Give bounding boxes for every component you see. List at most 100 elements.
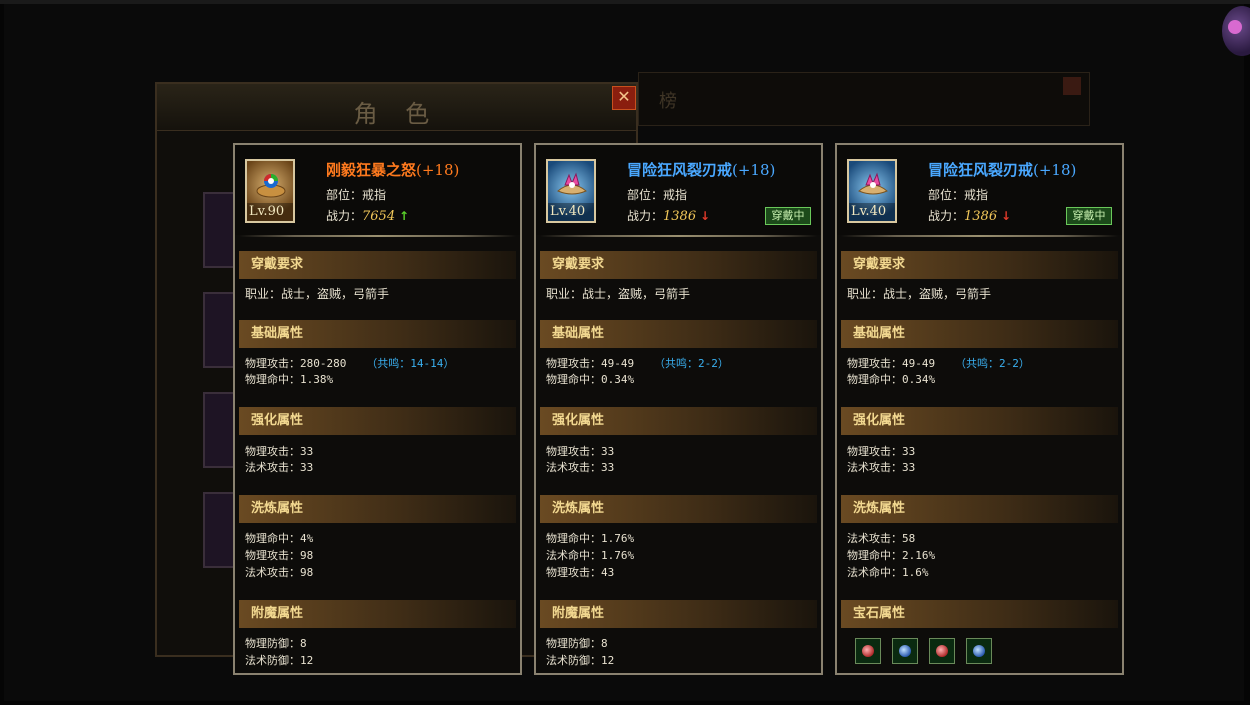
item-tooltip-card-2: Lv.40 冒险狂风裂刃戒(+18) 部位：戒指 战力：1386 ↓ 穿戴中 穿… (534, 143, 823, 675)
item-level: Lv.40 (548, 203, 594, 221)
power-label: 战力： (326, 209, 363, 223)
tooltip-header: Lv.90 刚毅狂暴之怒(+18) 部位：戒指 战力：7654 ↑ (235, 145, 520, 235)
equipment-slot[interactable] (203, 292, 235, 368)
attribute-text: 物理攻击：49-49 (546, 357, 635, 370)
attribute-line: 物理攻击：33 (546, 445, 615, 458)
item-name: 冒险狂风裂刃戒(+18) (627, 159, 775, 180)
ranking-window: 榜 (638, 72, 1090, 126)
blue-gem-icon[interactable] (892, 638, 918, 664)
section-requirement: 穿戴要求 (841, 251, 1118, 279)
section-requirement: 穿戴要求 (540, 251, 817, 279)
section-requirement: 穿戴要求 (239, 251, 516, 279)
requirement-line: 职业：战士，盗贼，弓箭手 (546, 287, 691, 301)
header-divider (841, 235, 1118, 237)
section-refine-attributes: 洗炼属性 (540, 495, 817, 523)
item-name-text: 冒险狂风裂刃戒 (627, 161, 733, 179)
power-value: 7654 (362, 209, 396, 224)
arrow-up-icon: ↑ (398, 209, 409, 223)
red-gem-icon[interactable] (929, 638, 955, 664)
attribute-line: 法术攻击：33 (245, 461, 314, 474)
blue-gem-icon[interactable] (966, 638, 992, 664)
item-level: Lv.40 (849, 203, 895, 221)
item-name-text: 冒险狂风裂刃戒 (928, 161, 1034, 179)
attribute-line: 物理命中：1.38% (245, 373, 334, 386)
power-label: 战力： (627, 209, 664, 223)
attribute-line: 物理命中：4% (245, 532, 314, 545)
section-enchant-attributes: 附魔属性 (239, 600, 516, 628)
attribute-line: 法术攻击：33 (847, 461, 916, 474)
item-name-text: 刚毅狂暴之怒 (326, 161, 417, 179)
power-label: 战力： (928, 209, 965, 223)
item-slot: 部位：戒指 (627, 188, 688, 202)
attribute-text: 物理攻击：49-49 (847, 357, 936, 370)
combat-power: 战力：7654 ↑ (326, 207, 409, 224)
equipped-badge: 穿戴中 (1066, 207, 1112, 225)
resonance-text: （共鸣：2-2） (955, 357, 1030, 370)
item-tooltip-card-3: Lv.40 冒险狂风裂刃戒(+18) 部位：戒指 战力：1386 ↓ 穿戴中 穿… (835, 143, 1124, 675)
tooltip-header: Lv.40 冒险狂风裂刃戒(+18) 部位：戒指 战力：1386 ↓ 穿戴中 (536, 145, 821, 235)
arrow-down-icon: ↓ (1000, 209, 1011, 223)
item-level: Lv.90 (247, 203, 293, 221)
role-window-header: 角 色 ✕ (157, 84, 636, 131)
requirement-line: 职业：战士，盗贼，弓箭手 (245, 287, 390, 301)
resonance-text: （共鸣：14-14） (366, 357, 455, 370)
item-icon-frame: Lv.90 (245, 159, 295, 223)
attribute-line: 物理攻击：280-280 （共鸣：14-14） (245, 355, 454, 371)
close-button[interactable]: ✕ (612, 86, 636, 110)
ranking-close-icon[interactable] (1063, 77, 1081, 95)
section-refine-attributes: 洗炼属性 (239, 495, 516, 523)
attribute-line: 物理攻击：49-49 （共鸣：2-2） (546, 355, 729, 371)
attribute-line: 物理命中：1.76% (546, 532, 635, 545)
item-tooltip-card-1: Lv.90 刚毅狂暴之怒(+18) 部位：戒指 战力：7654 ↑ 穿戴要求 职… (233, 143, 522, 675)
section-refine-attributes: 洗炼属性 (841, 495, 1118, 523)
attribute-line: 法术命中：1.76% (546, 549, 635, 562)
attribute-line: 物理命中：0.34% (847, 373, 936, 386)
item-slot: 部位：戒指 (928, 188, 989, 202)
combat-power: 战力：1386 ↓ (627, 207, 710, 224)
section-gem-attributes: 宝石属性 (841, 600, 1118, 628)
enhance-level: (+18) (1033, 161, 1077, 179)
attribute-line: 法术攻击：58 (847, 532, 916, 545)
item-name: 冒险狂风裂刃戒(+18) (928, 159, 1076, 180)
combat-power: 战力：1386 ↓ (928, 207, 1011, 224)
equipment-slot[interactable] (203, 392, 235, 468)
item-name: 刚毅狂暴之怒(+18) (326, 159, 459, 180)
attribute-line: 法术防御：12 (245, 654, 314, 667)
section-enhance-attributes: 强化属性 (841, 407, 1118, 435)
attribute-line: 物理防御：8 (546, 637, 608, 650)
enhance-level: (+18) (416, 161, 460, 179)
attribute-line: 物理攻击：43 (546, 566, 615, 579)
section-enhance-attributes: 强化属性 (239, 407, 516, 435)
section-enhance-attributes: 强化属性 (540, 407, 817, 435)
attribute-line: 法术攻击：33 (546, 461, 615, 474)
attribute-line: 物理命中：0.34% (546, 373, 635, 386)
attribute-line: 物理攻击：49-49 （共鸣：2-2） (847, 355, 1030, 371)
orb-icon (1228, 20, 1242, 34)
arrow-down-icon: ↓ (699, 209, 710, 223)
attribute-line: 物理攻击：33 (245, 445, 314, 458)
equipment-slot[interactable] (203, 492, 235, 568)
section-base-attributes: 基础属性 (841, 320, 1118, 348)
header-divider (239, 235, 516, 237)
warrior-ring-icon (256, 174, 286, 198)
equipped-badge: 穿戴中 (765, 207, 811, 225)
requirement-line: 职业：战士，盗贼，弓箭手 (847, 287, 992, 301)
attribute-line: 法术命中：1.6% (847, 566, 929, 579)
section-base-attributes: 基础属性 (239, 320, 516, 348)
item-slot: 部位：戒指 (326, 188, 387, 202)
attribute-line: 法术防御：12 (546, 654, 615, 667)
attribute-line: 物理防御：8 (245, 637, 307, 650)
tooltip-header: Lv.40 冒险狂风裂刃戒(+18) 部位：戒指 战力：1386 ↓ 穿戴中 (837, 145, 1122, 235)
attribute-text: 物理攻击：280-280 (245, 357, 347, 370)
header-divider (540, 235, 817, 237)
equipment-slot[interactable] (203, 192, 235, 268)
attribute-line: 物理命中：2.16% (847, 549, 936, 562)
attribute-line: 法术攻击：98 (245, 566, 314, 579)
item-icon-frame: Lv.40 (847, 159, 897, 223)
power-value: 1386 (663, 209, 697, 224)
section-base-attributes: 基础属性 (540, 320, 817, 348)
red-gem-icon[interactable] (855, 638, 881, 664)
power-value: 1386 (964, 209, 998, 224)
ranking-title: 榜 (659, 91, 677, 112)
adventure-ring-icon (858, 172, 888, 195)
